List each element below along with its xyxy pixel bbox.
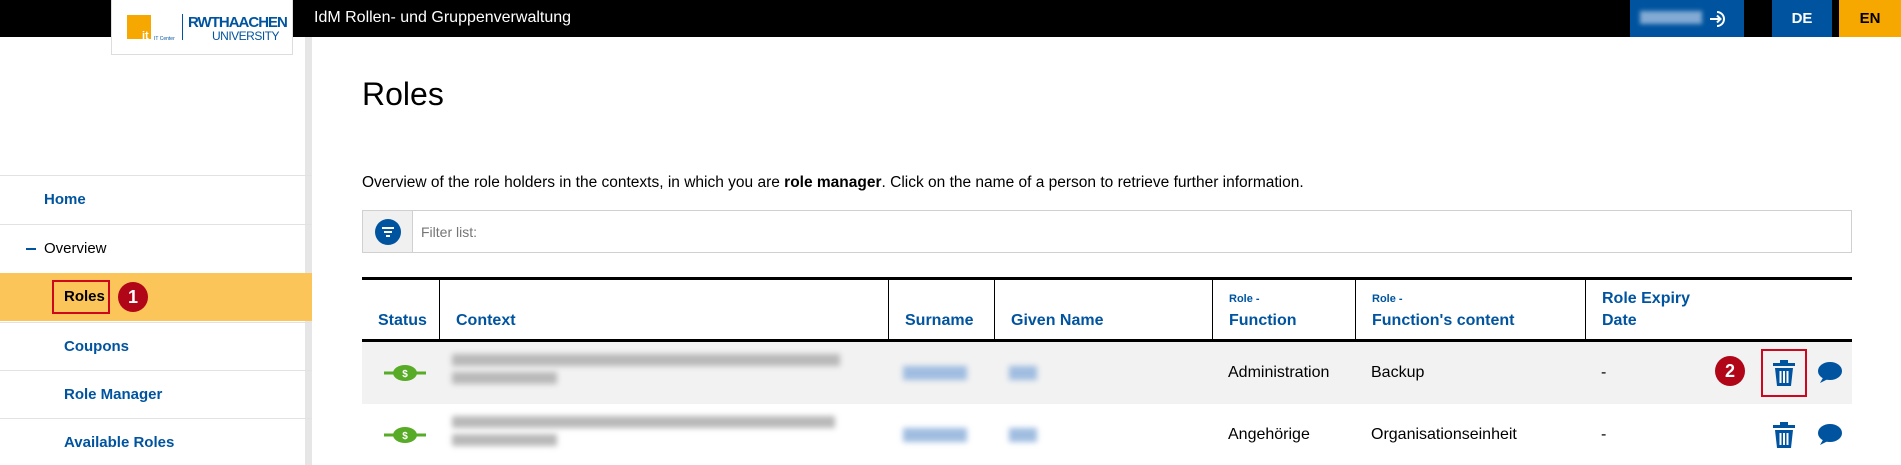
column-header-function[interactable]: Role - Function — [1212, 280, 1355, 339]
sidebar: Home Overview Roles 1 Coupons Role Manag… — [0, 37, 312, 465]
column-label: Given Name — [1011, 312, 1104, 329]
column-label: Status — [378, 312, 427, 329]
app-title: IdM Rollen- und Gruppenverwaltung — [314, 9, 572, 26]
filter-bar — [362, 210, 1852, 253]
function-cell: Administration — [1228, 364, 1330, 381]
surname-redacted[interactable] — [903, 428, 967, 442]
status-active-icon: $ — [384, 427, 426, 443]
intro-text-bold: role manager — [784, 174, 882, 191]
logo-divider — [182, 14, 183, 40]
context-redacted — [452, 416, 840, 454]
sidebar-item-coupons[interactable]: Coupons — [0, 322, 312, 370]
sidebar-item-home[interactable]: Home — [0, 175, 312, 223]
collapse-minus-icon — [26, 248, 36, 250]
rwth-it-center-logo[interactable]: it IT Center RWTHAACHEN UNIVERSITY — [111, 0, 293, 55]
column-header-status[interactable]: Status — [362, 280, 439, 339]
surname-redacted[interactable] — [903, 366, 967, 380]
sidebar-item-label: Overview — [44, 240, 107, 257]
filter-input[interactable] — [421, 222, 1821, 242]
column-label: Function — [1229, 312, 1297, 329]
given-name-redacted[interactable] — [1009, 366, 1037, 380]
column-header-function-content[interactable]: Role - Function's content — [1355, 280, 1585, 339]
filter-icon — [375, 219, 401, 245]
sidebar-item-label: Home — [44, 191, 86, 208]
sidebar-item-available-roles[interactable]: Available Roles — [0, 418, 312, 465]
language-en-button[interactable]: EN — [1839, 0, 1901, 37]
annotation-badge-1: 1 — [118, 282, 148, 312]
column-label: Function's content — [1372, 312, 1515, 329]
sidebar-item-label: Available Roles — [64, 434, 175, 451]
table-row: $ Administration Backup - 2 — [362, 342, 1852, 404]
intro-text-part: . Click on the name of a person to retri… — [881, 174, 1304, 191]
column-header-given-name[interactable]: Given Name — [994, 280, 1212, 339]
delete-icon[interactable] — [1772, 360, 1796, 386]
expiry-cell: - — [1601, 364, 1607, 381]
function-content-cell: Backup — [1371, 364, 1425, 381]
status-active-icon: $ — [384, 365, 426, 381]
annotation-badge-2: 2 — [1715, 356, 1745, 386]
column-label: Context — [456, 312, 516, 329]
user-name-redacted — [1640, 11, 1702, 24]
table-header: Status Context Surname Given Name Role -… — [362, 277, 1852, 342]
column-sublabel: Role - — [1229, 293, 1260, 305]
it-mark-text: it — [142, 30, 149, 42]
column-label: Date — [1602, 312, 1637, 329]
it-center-text: IT Center — [154, 36, 175, 42]
sidebar-item-label: Role Manager — [64, 386, 163, 403]
comment-icon[interactable] — [1817, 423, 1843, 447]
column-header-context[interactable]: Context — [439, 280, 888, 339]
column-header-role-expiry-date[interactable]: Role Expiry Date — [1585, 280, 1852, 339]
expiry-cell: - — [1601, 426, 1607, 443]
intro-text: Overview of the role holders in the cont… — [362, 174, 1304, 192]
sidebar-item-label: Roles — [64, 288, 105, 305]
comment-icon[interactable] — [1817, 361, 1843, 385]
delete-icon[interactable] — [1772, 422, 1796, 448]
function-content-cell: Organisationseinheit — [1371, 426, 1517, 443]
column-header-surname[interactable]: Surname — [888, 280, 994, 339]
function-cell: Angehörige — [1228, 426, 1310, 443]
sidebar-item-label: Coupons — [64, 338, 129, 355]
language-de-button[interactable]: DE — [1772, 0, 1832, 37]
sidebar-item-roles[interactable]: Roles 1 — [0, 273, 312, 321]
filter-button[interactable] — [363, 211, 413, 252]
university-wordmark: UNIVERSITY — [212, 29, 280, 43]
sidebar-item-role-manager[interactable]: Role Manager — [0, 370, 312, 418]
svg-text:$: $ — [402, 369, 408, 380]
intro-text-part: Overview of the role holders in the cont… — [362, 174, 785, 191]
table-row: $ Angehörige Organisationseinheit - — [362, 404, 1852, 465]
page-title: Roles — [362, 76, 444, 112]
column-label: Role Expiry — [1602, 290, 1691, 307]
logout-icon[interactable] — [1708, 9, 1728, 29]
column-sublabel: Role - — [1372, 293, 1403, 305]
given-name-redacted[interactable] — [1009, 428, 1037, 442]
roles-table: Status Context Surname Given Name Role -… — [362, 277, 1852, 465]
sidebar-item-overview[interactable]: Overview — [0, 224, 312, 272]
column-label: Surname — [905, 312, 974, 329]
svg-text:$: $ — [402, 431, 408, 442]
context-redacted — [452, 354, 840, 392]
